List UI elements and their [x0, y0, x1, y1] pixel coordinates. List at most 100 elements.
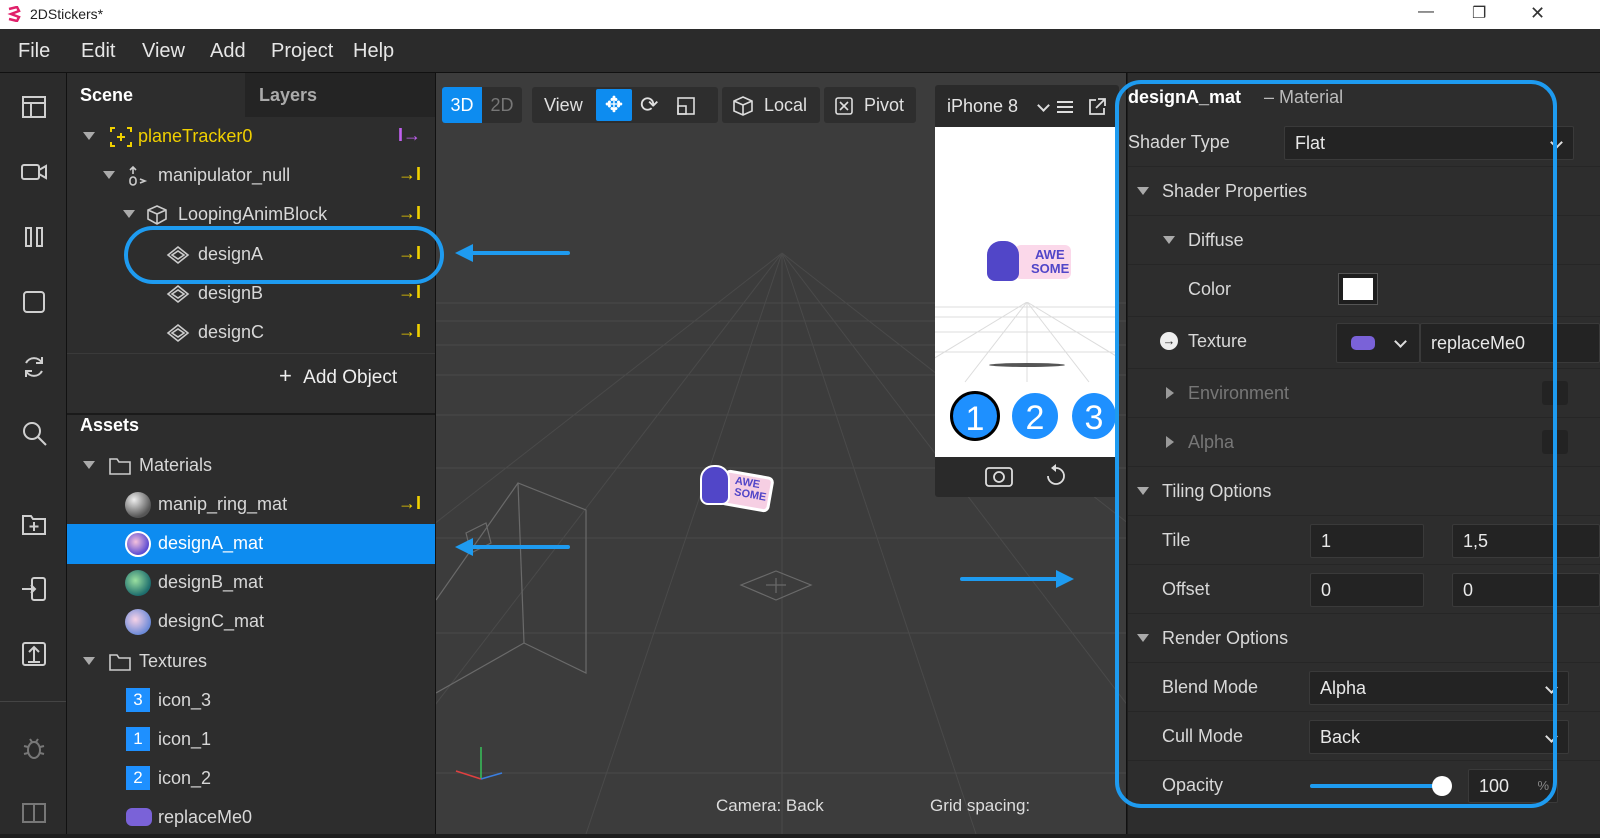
- folder-icon: [109, 654, 131, 671]
- move-tool-icon[interactable]: ✥: [596, 89, 632, 121]
- asset-item-icon3[interactable]: 3 icon_3: [67, 681, 435, 721]
- restore-icon[interactable]: ❐: [1472, 3, 1486, 23]
- folder-label: Textures: [139, 651, 208, 671]
- asset-item-icon2[interactable]: 2 icon_2: [67, 759, 435, 799]
- sticker-object[interactable]: AWE SOME: [698, 461, 775, 514]
- expand-triangle-icon[interactable]: [83, 461, 95, 469]
- pivot-toggle[interactable]: Pivot: [824, 87, 916, 123]
- scene-item-label: manipulator_null: [158, 165, 291, 185]
- app-logo-icon: [7, 6, 21, 22]
- close-icon[interactable]: ✕: [1530, 3, 1545, 24]
- sticker-button-2[interactable]: 2: [1010, 391, 1060, 441]
- folder-icon: [109, 458, 131, 475]
- docs-icon[interactable]: [20, 799, 48, 827]
- sticker-button-1[interactable]: 1: [950, 391, 1000, 441]
- upload-icon[interactable]: [20, 640, 48, 668]
- asset-label: designB_mat: [158, 572, 264, 592]
- material-preview-icon: [125, 531, 151, 557]
- add-folder-icon[interactable]: [20, 510, 48, 538]
- expand-triangle-icon[interactable]: [83, 657, 95, 665]
- pivot-label: Pivot: [864, 95, 905, 115]
- texture-thumb-icon: 2: [126, 766, 150, 790]
- expand-triangle-icon[interactable]: [103, 171, 115, 179]
- left-toolbar: [0, 73, 67, 834]
- asset-label: designA_mat: [158, 533, 264, 553]
- block-icon: [147, 205, 167, 225]
- tab-scene[interactable]: Scene: [67, 73, 245, 117]
- scene-item-manipulator[interactable]: manipulator_null →I: [67, 156, 435, 196]
- annotation-arrow: [470, 251, 570, 255]
- layout-icon[interactable]: [20, 93, 48, 121]
- material-preview-icon: [125, 570, 151, 596]
- scene-item-label: designB: [198, 283, 264, 303]
- external-window-icon[interactable]: [1087, 97, 1107, 117]
- menu-project[interactable]: Project: [271, 40, 333, 63]
- video-camera-icon[interactable]: [20, 158, 48, 186]
- highlight-oval-inspector: [1115, 80, 1557, 808]
- texture-thumb-icon: [126, 808, 152, 826]
- scale-tool-icon[interactable]: [676, 96, 696, 116]
- menu-file[interactable]: File: [18, 40, 50, 63]
- mode-3d-button[interactable]: 3D: [442, 87, 482, 123]
- menu-add[interactable]: Add: [210, 40, 246, 63]
- view-menu-button[interactable]: View: [544, 87, 583, 123]
- asset-item-replaceme0[interactable]: replaceMe0: [67, 798, 435, 838]
- search-icon[interactable]: [20, 419, 48, 447]
- material-preview-icon: [125, 492, 151, 518]
- annotation-arrow: [960, 577, 1058, 581]
- asset-item-designc-mat[interactable]: designC_mat: [67, 602, 435, 642]
- local-label: Local: [764, 95, 808, 115]
- asset-folder-materials[interactable]: Materials: [67, 446, 435, 486]
- sticker-button-3[interactable]: 3: [1070, 391, 1118, 441]
- tab-layers[interactable]: Layers: [245, 73, 435, 117]
- add-object-button[interactable]: + Add Object: [279, 363, 397, 389]
- minimize-icon[interactable]: —: [1418, 3, 1434, 21]
- add-object-label: Add Object: [303, 367, 398, 388]
- plus-icon: +: [279, 363, 292, 388]
- menu-icon[interactable]: [1056, 99, 1074, 115]
- device-selector[interactable]: iPhone 8: [947, 96, 1018, 117]
- stop-icon[interactable]: [20, 288, 48, 316]
- asset-item-icon1[interactable]: 1 icon_1: [67, 720, 435, 760]
- local-toggle[interactable]: Local: [722, 87, 820, 123]
- scene-item-planetracker[interactable]: planeTracker0 I→: [67, 117, 435, 157]
- import-icon[interactable]: [20, 575, 48, 603]
- link-arrow-icon[interactable]: →I: [398, 203, 421, 224]
- asset-item-manip-ring-mat[interactable]: manip_ring_mat →I: [67, 485, 435, 525]
- arrow-left-icon: [455, 538, 473, 556]
- mode-2d-button[interactable]: 2D: [482, 87, 522, 123]
- link-arrow-icon[interactable]: →I: [398, 493, 421, 514]
- dimension-toggle: 3D 2D: [442, 87, 522, 123]
- link-arrow-icon[interactable]: →I: [398, 321, 421, 342]
- menu-help[interactable]: Help: [353, 40, 394, 63]
- grid-status: Grid spacing:: [930, 796, 1031, 815]
- pivot-icon: [835, 97, 853, 115]
- rotate-tool-icon[interactable]: ⟳: [640, 87, 658, 123]
- assets-panel: Assets Materials manip_ring_mat →I desig…: [67, 413, 435, 834]
- refresh-icon[interactable]: [20, 353, 48, 381]
- divider: [67, 353, 435, 354]
- chevron-down-icon[interactable]: [1037, 99, 1050, 112]
- menu-view[interactable]: View: [142, 40, 185, 63]
- asset-item-designb-mat[interactable]: designB_mat: [67, 563, 435, 603]
- reset-icon[interactable]: [1043, 462, 1069, 490]
- pause-icon[interactable]: [20, 223, 48, 251]
- texture-thumb-icon: 1: [126, 727, 150, 751]
- camera-flip-icon[interactable]: [983, 463, 1015, 489]
- tracker-link-icon[interactable]: I→: [398, 125, 421, 146]
- menu-bar: File Edit View Add Project Help: [0, 29, 1600, 73]
- asset-folder-textures[interactable]: Textures: [67, 642, 435, 682]
- menu-edit[interactable]: Edit: [81, 40, 115, 63]
- link-arrow-icon[interactable]: →I: [398, 164, 421, 185]
- cube-icon: [733, 96, 753, 116]
- asset-label: replaceMe0: [158, 807, 253, 827]
- expand-triangle-icon[interactable]: [83, 132, 95, 140]
- mesh-icon: [166, 323, 190, 343]
- expand-triangle-icon[interactable]: [123, 210, 135, 218]
- scene-item-label: designC: [198, 322, 265, 342]
- arrow-left-icon: [455, 244, 473, 262]
- scene-item-designc[interactable]: designC →I: [67, 313, 435, 353]
- link-arrow-icon[interactable]: →I: [398, 282, 421, 303]
- bug-icon[interactable]: [20, 734, 48, 762]
- asset-item-designa-mat[interactable]: designA_mat: [67, 524, 435, 564]
